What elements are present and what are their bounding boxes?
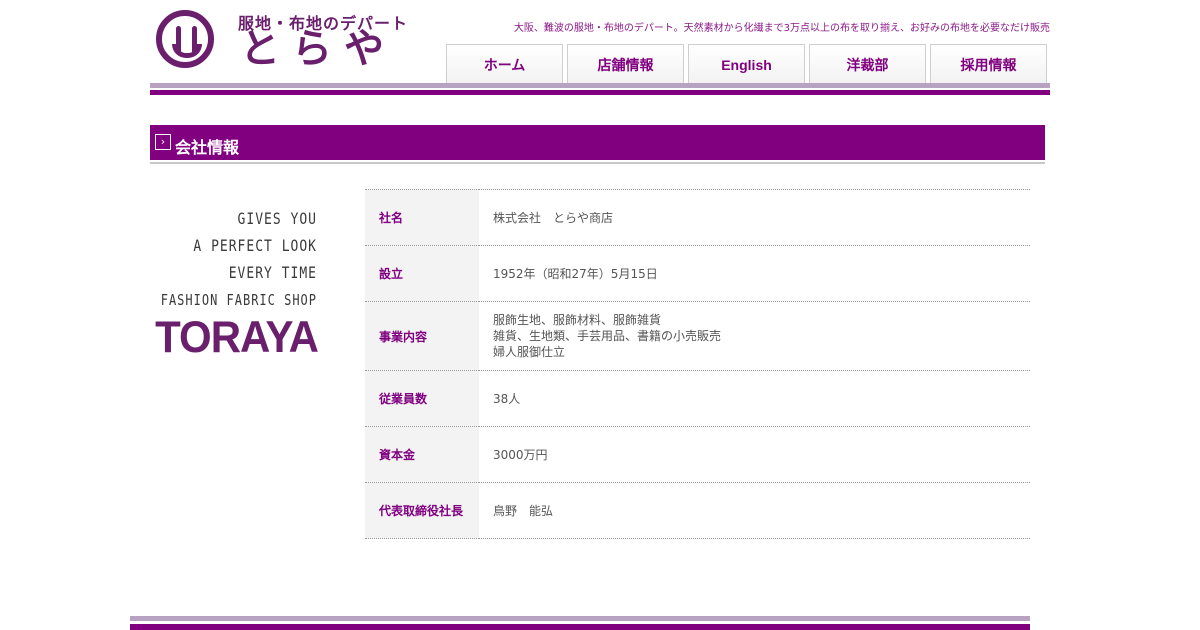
page-title: 会社情報 bbox=[175, 140, 240, 157]
table-row: 従業員数 38人 bbox=[365, 370, 1030, 427]
slogan-line-2: A PERFECT LOOK bbox=[193, 237, 317, 256]
header-divider bbox=[150, 90, 1050, 95]
row-value: 1952年（昭和27年）5月15日 bbox=[479, 245, 1030, 302]
footer-divider bbox=[130, 624, 1030, 630]
site-tagline: 大阪、難波の服地・布地のデパート。天然素材から化繊まで3万点以上の布を取り揃え、… bbox=[513, 23, 1050, 34]
slogan-line-3: EVERY TIME bbox=[228, 264, 317, 283]
row-value: 3000万円 bbox=[479, 426, 1030, 483]
nav-english[interactable]: English bbox=[688, 44, 805, 84]
header-divider-light bbox=[150, 83, 1050, 88]
table-row: 資本金 3000万円 bbox=[365, 426, 1030, 483]
main-nav: ホーム 店舗情報 English 洋裁部 採用情報 bbox=[446, 44, 1047, 84]
chevron-right-icon: › bbox=[155, 134, 171, 150]
slogan-brand: TORAYA bbox=[155, 312, 319, 362]
row-label: 代表取締役社長 bbox=[365, 482, 479, 539]
nav-recruit[interactable]: 採用情報 bbox=[930, 44, 1047, 84]
nav-dressmaking[interactable]: 洋裁部 bbox=[809, 44, 926, 84]
row-label: 従業員数 bbox=[365, 370, 479, 427]
row-label: 事業内容 bbox=[365, 301, 479, 371]
row-value: 服飾生地、服飾材料、服飾雑貨 雑貨、生地類、手芸用品、書籍の小売販売 婦人服御仕… bbox=[479, 301, 1030, 371]
logo-name: とらや bbox=[240, 26, 396, 72]
logo-mark-icon bbox=[156, 10, 214, 68]
row-value: 鳥野 能弘 bbox=[479, 482, 1030, 539]
nav-store-info[interactable]: 店舗情報 bbox=[567, 44, 684, 84]
table-row: 社名 株式会社 とらや商店 bbox=[365, 189, 1030, 246]
nav-home[interactable]: ホーム bbox=[446, 44, 563, 84]
row-label: 設立 bbox=[365, 245, 479, 302]
site-logo[interactable]: 服地・布地のデパート とらや bbox=[156, 10, 418, 72]
row-value: 株式会社 とらや商店 bbox=[479, 189, 1030, 246]
footer-divider-light bbox=[130, 616, 1030, 621]
slogan-line-4: FASHION FABRIC SHOP bbox=[160, 291, 317, 309]
section-heading-bar bbox=[150, 125, 1045, 160]
row-label: 資本金 bbox=[365, 426, 479, 483]
table-row: 代表取締役社長 鳥野 能弘 bbox=[365, 482, 1030, 539]
company-info-table: 社名 株式会社 とらや商店 設立 1952年（昭和27年）5月15日 事業内容 … bbox=[365, 189, 1030, 539]
section-heading-underline bbox=[150, 162, 1045, 164]
row-value: 38人 bbox=[479, 370, 1030, 427]
table-row: 事業内容 服飾生地、服飾材料、服飾雑貨 雑貨、生地類、手芸用品、書籍の小売販売 … bbox=[365, 301, 1030, 371]
row-label: 社名 bbox=[365, 189, 479, 246]
table-row: 設立 1952年（昭和27年）5月15日 bbox=[365, 245, 1030, 302]
slogan-line-1: GIVES YOU bbox=[237, 210, 317, 229]
